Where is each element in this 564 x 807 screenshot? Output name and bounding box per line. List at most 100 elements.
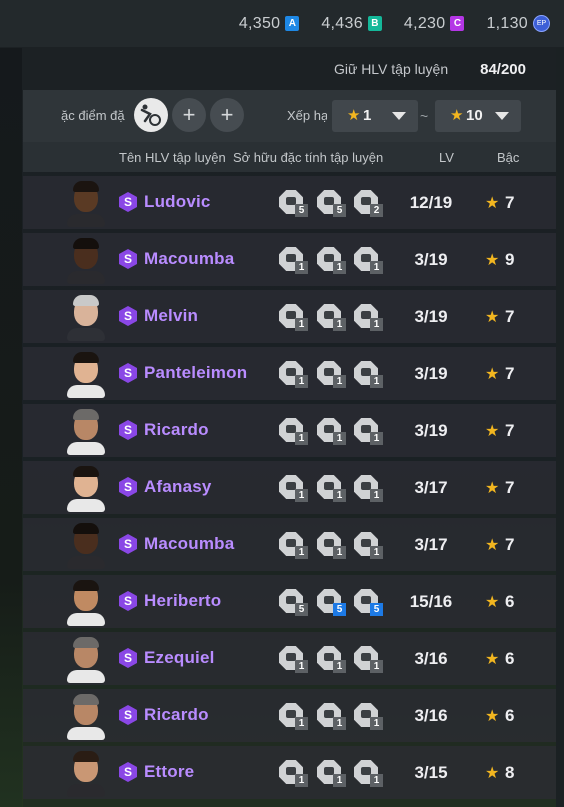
star-icon: ★ <box>485 708 500 725</box>
trait-count: 1 <box>295 489 308 502</box>
rank-sort-label: Xếp hạ <box>287 108 327 123</box>
coach-rank: 7 <box>505 421 515 440</box>
trait-count: 1 <box>333 261 346 274</box>
star-icon: ★ <box>485 765 500 782</box>
coach-rank: 7 <box>505 535 515 554</box>
coach-row[interactable]: S Melvin 1 1 1 3/19 ★ 7 <box>23 290 556 343</box>
coach-level: 3/16 <box>414 706 448 725</box>
coach-row[interactable]: S Heriberto 5 5 5 15/16 ★ 6 <box>23 575 556 628</box>
coach-avatar <box>67 351 105 398</box>
coach-row[interactable]: S Ricardo 1 1 1 3/19 ★ 7 <box>23 404 556 457</box>
chevron-down-icon <box>495 112 509 120</box>
column-rank[interactable]: Bậc <box>497 150 519 165</box>
star-icon: ★ <box>485 423 500 440</box>
column-traits[interactable]: Sở hữu đặc tính tập luyện <box>233 150 383 165</box>
star-icon: ★ <box>450 107 464 124</box>
coach-row[interactable]: S Ezequiel 1 1 1 3/16 ★ 6 <box>23 632 556 685</box>
grade-s-badge: S <box>119 591 137 611</box>
currency-ep: 1,130 EP <box>486 15 550 33</box>
coach-name: Ludovic <box>144 192 211 211</box>
trait-count: 1 <box>333 717 346 730</box>
coach-row[interactable]: S Macoumba 1 1 1 3/17 ★ 7 <box>23 518 556 571</box>
grade-s-badge: S <box>119 477 137 497</box>
trait-count: 1 <box>370 261 383 274</box>
coach-name: Ricardo <box>144 420 209 439</box>
range-separator: ~ <box>420 108 429 124</box>
trait-count: 5 <box>333 603 346 616</box>
trait-count: 5 <box>333 204 346 217</box>
coach-rank: 7 <box>505 364 515 383</box>
coach-rank: 7 <box>505 307 515 326</box>
coach-avatar <box>67 465 105 512</box>
currency-c-icon: C <box>450 16 465 31</box>
trait-count: 1 <box>333 432 346 445</box>
trait-count: 1 <box>370 432 383 445</box>
trait-count: 1 <box>295 660 308 673</box>
star-icon: ★ <box>485 309 500 326</box>
coach-row[interactable]: S Macoumba 1 1 1 3/19 ★ 9 <box>23 233 556 286</box>
currency-a-amount: 4,350 <box>238 14 281 32</box>
coach-avatar <box>67 750 105 797</box>
trait-count: 1 <box>370 774 383 787</box>
star-icon: ★ <box>347 107 361 124</box>
coach-rank: 6 <box>505 649 515 668</box>
coach-level: 3/19 <box>414 421 448 440</box>
left-edge <box>0 48 22 807</box>
coach-rank: 8 <box>505 763 515 782</box>
star-icon: ★ <box>485 537 500 554</box>
coach-level: 3/19 <box>414 364 448 383</box>
star-icon: ★ <box>485 594 500 611</box>
coach-avatar <box>67 693 105 740</box>
coach-level: 3/19 <box>414 307 448 326</box>
coach-rank: 7 <box>505 193 515 212</box>
trait-count: 1 <box>295 774 308 787</box>
trait-count: 1 <box>333 546 346 559</box>
rank-to-value: 10 <box>466 107 483 124</box>
column-name[interactable]: Tên HLV tập luyện <box>119 150 226 165</box>
currency-b-icon: B <box>367 16 382 31</box>
coach-level: 3/16 <box>414 649 448 668</box>
currency-b-amount: 4,436 <box>321 14 363 32</box>
currency-bar: 4,350 A 4,436 B 4,230 C 1,130 EP <box>0 0 564 47</box>
trait-count: 1 <box>370 318 383 331</box>
trait-count: 2 <box>370 204 383 217</box>
trait-count: 1 <box>295 261 308 274</box>
coach-rank: 6 <box>505 706 515 725</box>
coach-row[interactable]: S Ricardo 1 1 1 3/16 ★ 6 <box>23 689 556 742</box>
trait-count: 1 <box>370 489 383 502</box>
trait-count: 1 <box>370 375 383 388</box>
add-trait-button-1[interactable]: + <box>172 98 206 132</box>
trait-count: 1 <box>370 717 383 730</box>
coach-name: Ricardo <box>144 705 209 724</box>
trait-count: 5 <box>295 204 308 217</box>
trait-count: 1 <box>295 717 308 730</box>
trait-count: 1 <box>333 774 346 787</box>
grade-s-badge: S <box>119 420 137 440</box>
trait-count: 1 <box>295 546 308 559</box>
coach-name: Ettore <box>144 762 195 781</box>
trait-count: 1 <box>370 546 383 559</box>
selected-trait-slot[interactable] <box>134 98 168 132</box>
filter-bar: ặc điểm đặ + + Xếp hạ ★ 1 ~ ★ 10 <box>23 90 556 142</box>
coach-avatar <box>67 180 105 227</box>
coach-level: 3/19 <box>414 250 448 269</box>
star-icon: ★ <box>485 651 500 668</box>
coach-row[interactable]: S Afanasy 1 1 1 3/17 ★ 7 <box>23 461 556 514</box>
coach-avatar <box>67 522 105 569</box>
trait-count: 1 <box>333 489 346 502</box>
trait-count: 1 <box>370 660 383 673</box>
coach-row[interactable]: S Ettore 1 1 1 3/15 ★ 8 <box>23 746 556 799</box>
coach-name: Panteleimon <box>144 363 248 382</box>
add-trait-button-2[interactable]: + <box>210 98 244 132</box>
coach-avatar <box>67 636 105 683</box>
rank-from-dropdown[interactable]: ★ 1 <box>332 100 418 132</box>
grade-s-badge: S <box>119 306 137 326</box>
coach-row[interactable]: S Ludovic 5 5 2 12/19 ★ 7 <box>23 176 556 229</box>
column-lv[interactable]: LV <box>439 150 454 165</box>
rank-to-dropdown[interactable]: ★ 10 <box>435 100 521 132</box>
coach-rank: 9 <box>505 250 515 269</box>
coach-name: Ezequiel <box>144 648 215 667</box>
coach-row[interactable]: S Panteleimon 1 1 1 3/19 ★ 7 <box>23 347 556 400</box>
grade-s-badge: S <box>119 363 137 383</box>
table-header: Tên HLV tập luyện Sở hữu đặc tính tập lu… <box>23 142 556 172</box>
